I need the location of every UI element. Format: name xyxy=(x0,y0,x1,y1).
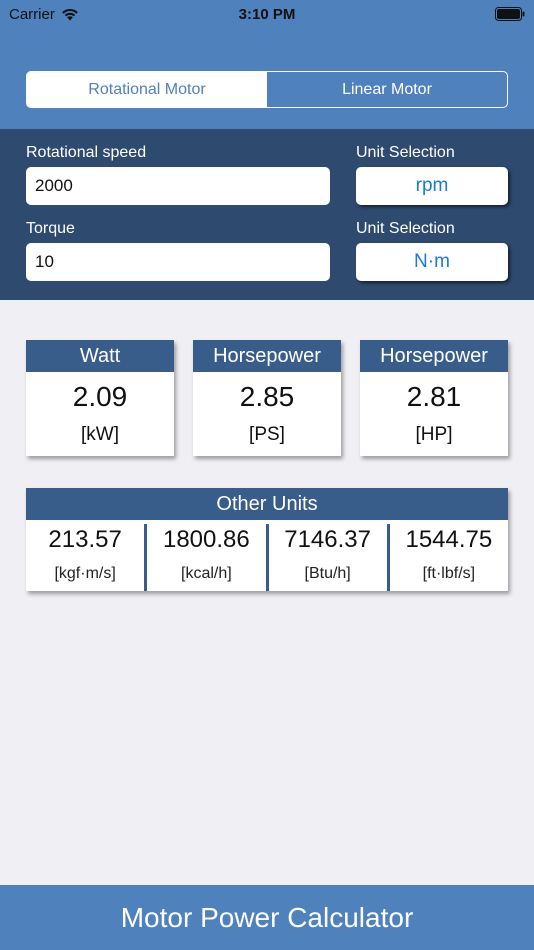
result-value: 2.09 xyxy=(72,381,128,412)
other-unit-label: [kgf·m/s] xyxy=(54,565,116,582)
other-unit-kgfms: 213.57 [kgf·m/s] xyxy=(26,520,144,591)
other-unit-value: 1800.86 xyxy=(162,526,250,553)
battery-icon xyxy=(495,7,525,21)
result-card-hp: Horsepower 2.81 [HP] xyxy=(360,340,508,456)
app-title-bar: Motor Power Calculator xyxy=(0,885,534,950)
torque-label: Torque xyxy=(26,220,75,237)
other-units-row: 213.57 [kgf·m/s] 1800.86 [kcal/h] 7146.3… xyxy=(26,520,508,591)
speed-unit-label: Unit Selection xyxy=(356,144,455,161)
other-unit-value: 7146.37 xyxy=(284,526,371,553)
result-title: Horsepower xyxy=(193,340,341,372)
torque-unit-label: Unit Selection xyxy=(356,220,455,237)
status-bar: Carrier 3:10 PM xyxy=(0,0,534,30)
tab-linear-motor[interactable]: Linear Motor xyxy=(267,72,507,107)
other-unit-label: [ft·lbf/s] xyxy=(422,565,476,582)
result-title: Watt xyxy=(26,340,174,372)
other-unit-value: 213.57 xyxy=(48,526,122,553)
result-title: Horsepower xyxy=(360,340,508,372)
status-time: 3:10 PM xyxy=(238,6,296,23)
result-unit: [HP] xyxy=(415,424,453,445)
result-card-watt: Watt 2.09 [kW] xyxy=(26,340,174,456)
other-units-title: Other Units xyxy=(26,488,508,520)
result-card-ps: Horsepower 2.85 [PS] xyxy=(193,340,341,456)
motor-type-segmented-control: Rotational Motor Linear Motor xyxy=(26,71,508,108)
result-value: 2.81 xyxy=(406,381,462,412)
other-unit-ftlbfs: 1544.75 [ft·lbf/s] xyxy=(386,524,508,591)
other-unit-kcalh: 1800.86 [kcal/h] xyxy=(144,524,265,591)
other-unit-label: [kcal/h] xyxy=(181,565,232,582)
speed-input[interactable] xyxy=(26,167,330,205)
other-unit-btuh: 7146.37 [Btu/h] xyxy=(265,524,387,591)
input-panel: Rotational speed Unit Selection rpm Torq… xyxy=(0,129,534,300)
other-units-card: Other Units 213.57 [kgf·m/s] 1800.86 [kc… xyxy=(26,488,508,591)
result-unit: [kW] xyxy=(81,424,119,445)
speed-unit-button[interactable]: rpm xyxy=(356,167,508,205)
other-unit-value: 1544.75 xyxy=(405,526,493,553)
app-title: Motor Power Calculator xyxy=(120,901,414,933)
torque-unit-button[interactable]: N·m xyxy=(356,243,508,281)
speed-label: Rotational speed xyxy=(26,144,147,161)
torque-input[interactable] xyxy=(26,243,330,281)
other-unit-label: [Btu/h] xyxy=(304,565,351,582)
result-value: 2.85 xyxy=(239,381,295,412)
result-unit: [PS] xyxy=(249,424,285,445)
tab-rotational-motor[interactable]: Rotational Motor xyxy=(27,72,267,107)
header-area: Carrier 3:10 PM Rotational Motor Linear … xyxy=(0,0,534,129)
